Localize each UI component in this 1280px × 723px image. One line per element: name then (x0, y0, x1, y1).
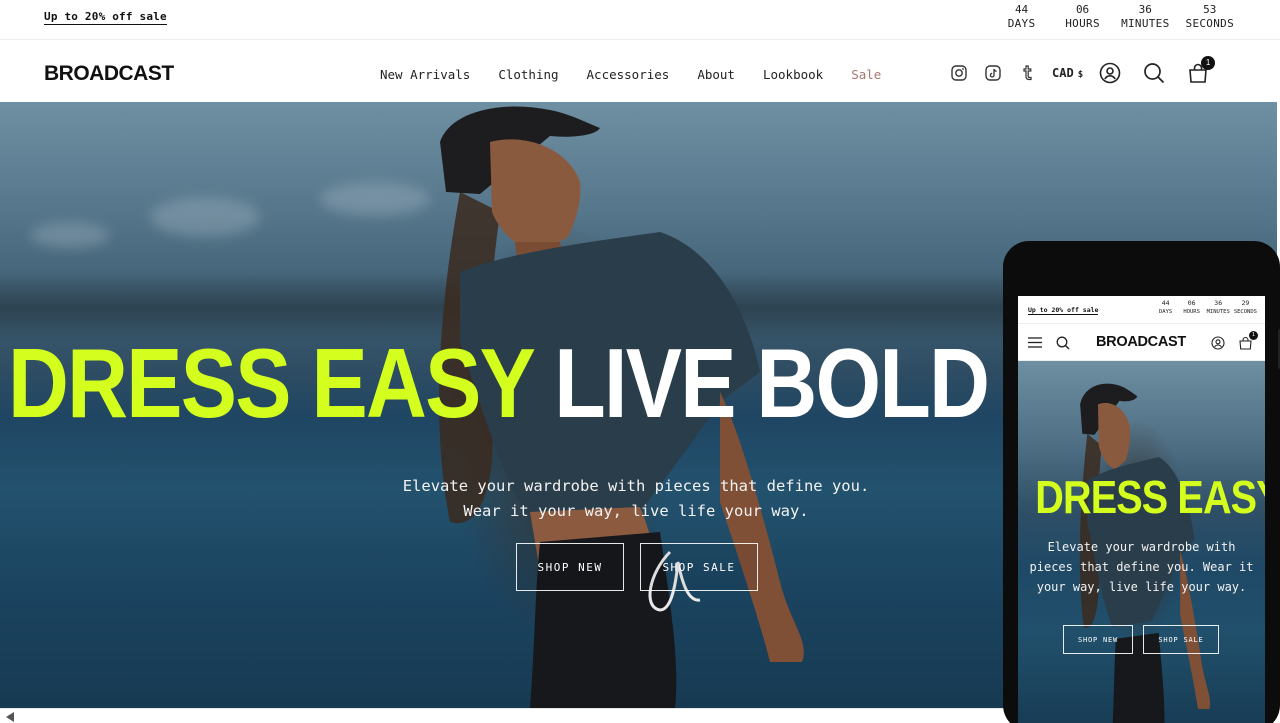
mobile-cart-button[interactable]: 1 (1238, 331, 1258, 350)
countdown-value: 36 (1214, 299, 1223, 307)
nav-clothing[interactable]: Clothing (498, 67, 558, 82)
hero-cta-group: SHOP NEW SHOP SALE (516, 543, 758, 591)
search-icon[interactable] (1143, 62, 1165, 84)
currency-code: CAD (1052, 66, 1074, 80)
countdown-label: DAYS (1007, 17, 1036, 30)
countdown-label: MINUTES (1121, 17, 1170, 30)
mobile-header: BROADCAST 1 (1018, 324, 1265, 361)
countdown-label: SECONDS (1233, 309, 1257, 315)
countdown-value: 06 (1075, 3, 1090, 16)
site-logo[interactable]: BROADCAST (44, 62, 174, 86)
nav-new-arrivals[interactable]: New Arrivals (380, 67, 470, 82)
nav-accessories[interactable]: Accessories (587, 67, 670, 82)
mobile-countdown-hours: 06 HOURS (1181, 299, 1203, 317)
headline-part-2: LIVE BOLD (554, 328, 990, 438)
shop-sale-button[interactable]: SHOP SALE (640, 543, 758, 591)
mobile-shop-sale-button[interactable]: SHOP SALE (1143, 625, 1219, 654)
countdown-label: DAYS (1159, 309, 1173, 315)
mobile-countdown-days: 44 DAYS (1155, 299, 1177, 317)
mobile-shop-new-button[interactable]: SHOP NEW (1063, 625, 1133, 654)
mobile-hero-headline: DRESS EASY (1035, 471, 1265, 523)
countdown-value: 36 (1138, 3, 1152, 16)
mobile-promo-link[interactable]: Up to 20% off sale (1028, 306, 1099, 315)
countdown-value: 44 (1161, 299, 1170, 307)
countdown-value: 44 (1014, 3, 1029, 16)
header-actions: CAD $ 1 (948, 56, 1216, 84)
nav-sale[interactable]: Sale (851, 67, 881, 82)
countdown-minutes: 36 MINUTES (1121, 3, 1169, 32)
main-nav: New Arrivals Clothing Accessories About … (380, 67, 881, 82)
mobile-hero-banner: DRESS EASY Elevate your wardrobe with pi… (1018, 361, 1265, 723)
currency-selector[interactable]: CAD $ (1052, 66, 1083, 80)
countdown-label: HOURS (1183, 309, 1200, 315)
countdown-value: 29 (1241, 299, 1250, 307)
countdown-value: 06 (1187, 299, 1196, 307)
countdown-seconds: 53 SECONDS (1186, 3, 1234, 32)
shop-new-button[interactable]: SHOP NEW (516, 543, 624, 591)
mobile-screen: Up to 20% off sale 44 DAYS 06 HOURS 36 M… (1018, 296, 1265, 723)
tumblr-icon[interactable] (1016, 62, 1038, 84)
countdown-timer: 44 DAYS 06 HOURS 36 MINUTES 53 SECONDS (999, 3, 1234, 32)
mobile-cart-count-badge: 1 (1249, 331, 1258, 340)
tiktok-icon[interactable] (982, 62, 1004, 84)
mobile-announcement-bar: Up to 20% off sale 44 DAYS 06 HOURS 36 M… (1018, 296, 1265, 324)
cart-button[interactable]: 1 (1187, 56, 1216, 84)
mobile-preview-device: Up to 20% off sale 44 DAYS 06 HOURS 36 M… (1003, 241, 1280, 723)
countdown-days: 44 DAYS (999, 3, 1044, 32)
nav-lookbook[interactable]: Lookbook (763, 67, 823, 82)
hamburger-menu-icon[interactable] (1027, 335, 1042, 350)
cloud-decoration (150, 197, 260, 237)
countdown-label: HOURS (1065, 17, 1100, 30)
cloud-decoration (320, 182, 430, 216)
announcement-bar: Up to 20% off sale 44 DAYS 06 HOURS 36 M… (0, 0, 1280, 40)
mobile-search-icon[interactable] (1055, 335, 1070, 350)
scroll-left-arrow-icon[interactable] (6, 712, 14, 722)
countdown-label: SECONDS (1185, 17, 1234, 30)
account-icon[interactable] (1099, 62, 1121, 84)
promo-link[interactable]: Up to 20% off sale (44, 10, 167, 25)
cart-count-badge: 1 (1201, 56, 1216, 70)
countdown-hours: 06 HOURS (1060, 3, 1105, 32)
nav-about[interactable]: About (697, 67, 735, 82)
hero-headline: DRESS EASY LIVE BOLD DR (8, 328, 1130, 438)
countdown-value: 53 (1203, 3, 1217, 16)
mobile-hero-cta-group: SHOP NEW SHOP SALE (1063, 625, 1219, 654)
currency-symbol: $ (1077, 70, 1084, 80)
mobile-hero-subcopy: Elevate your wardrobe with pieces that d… (1029, 540, 1254, 594)
cloud-decoration (30, 222, 110, 248)
mobile-account-icon[interactable] (1210, 335, 1225, 350)
mobile-countdown-timer: 44 DAYS 06 HOURS 36 MINUTES 29 SECONDS (1155, 299, 1257, 317)
site-header: BROADCAST New Arrivals Clothing Accessor… (0, 40, 1280, 102)
mobile-site-logo[interactable]: BROADCAST (1096, 334, 1186, 350)
headline-part-1: DRESS EASY (8, 328, 534, 438)
countdown-label: MINUTES (1206, 309, 1230, 315)
mobile-countdown-seconds: 29 SECONDS (1234, 299, 1257, 317)
instagram-icon[interactable] (948, 62, 970, 84)
mobile-countdown-minutes: 36 MINUTES (1207, 299, 1230, 317)
